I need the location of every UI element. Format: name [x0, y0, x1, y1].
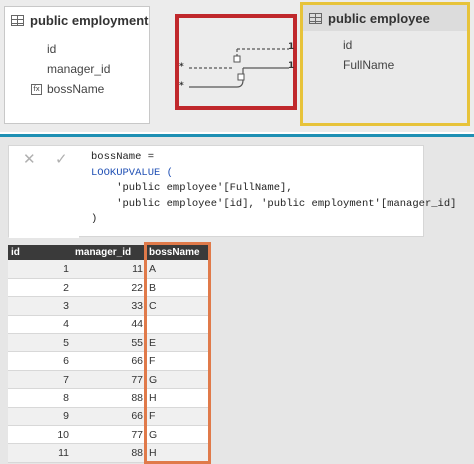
active-arrow-icon	[237, 73, 245, 81]
column-header-bossname[interactable]: bossName	[146, 245, 210, 260]
formula-line-4: 'public employee'[id], 'public employmen…	[91, 197, 457, 210]
cell-manager-id[interactable]: 55	[72, 333, 146, 353]
formula-line-5: )	[91, 213, 98, 225]
active-relationship-curve	[236, 79, 244, 88]
cell-manager-id[interactable]: 88	[72, 443, 146, 463]
table-icon	[11, 14, 24, 26]
cell-bossname[interactable]: A	[146, 260, 210, 279]
table-row[interactable]: 10 77 G	[8, 425, 210, 445]
formula-line-2: LOOKUPVALUE (	[91, 166, 173, 179]
cell-bossname[interactable]: B	[146, 278, 210, 298]
cell-id[interactable]: 7	[8, 370, 72, 390]
field-id[interactable]: id	[303, 35, 467, 55]
column-header-manager-id[interactable]: manager_id	[72, 245, 146, 260]
field-manager-id[interactable]: manager_id	[5, 59, 149, 79]
data-view: ✕ ✓ bossName = LOOKUPVALUE ( 'public empl…	[0, 137, 474, 464]
cell-bossname[interactable]: H	[146, 388, 210, 408]
cell-manager-id[interactable]: 77	[72, 425, 146, 445]
employee-table-header[interactable]: public employee	[303, 5, 467, 31]
cell-id[interactable]: 2	[8, 278, 72, 298]
cell-manager-id[interactable]: 88	[72, 388, 146, 408]
employee-table-card[interactable]: public employee id FullName	[300, 2, 470, 126]
cell-manager-id[interactable]: 33	[72, 296, 146, 316]
commit-formula-icon[interactable]: ✓	[55, 150, 68, 168]
field-bossname[interactable]: fx bossName	[5, 79, 149, 99]
field-fullname[interactable]: FullName	[303, 55, 467, 75]
grid-header-row: id manager_id bossName	[8, 245, 210, 260]
cell-id[interactable]: 8	[8, 388, 72, 408]
cell-id[interactable]: 6	[8, 351, 72, 371]
cell-id[interactable]: 1	[8, 260, 72, 279]
cell-bossname[interactable]: E	[146, 333, 210, 353]
cancel-formula-icon[interactable]: ✕	[23, 150, 36, 168]
cell-bossname[interactable]: G	[146, 425, 210, 445]
formula-line-3: 'public employee'[FullName],	[91, 182, 293, 194]
cell-id[interactable]: 11	[8, 443, 72, 463]
cell-id[interactable]: 9	[8, 407, 72, 427]
data-grid: id manager_id bossName 1 11 A 2 22 B 3 33 C 4 44 5 5…	[8, 245, 210, 463]
cell-id[interactable]: 5	[8, 333, 72, 353]
relationship-lines[interactable]	[179, 18, 293, 106]
cell-manager-id[interactable]: 66	[72, 407, 146, 427]
cell-bossname[interactable]: F	[146, 407, 210, 427]
cell-manager-id[interactable]: 44	[72, 315, 146, 335]
table-row[interactable]: 7 77 G	[8, 370, 210, 390]
column-header-id[interactable]: id	[8, 245, 72, 260]
cardinality-one-label: 1	[288, 61, 295, 71]
grid-body: 1 11 A 2 22 B 3 33 C 4 44 5 55 E 6 66 F 7 77 G 8 88 H 9 66 F 10 77 G…	[8, 260, 210, 463]
table-row[interactable]: 11 88 H	[8, 443, 210, 463]
cell-bossname[interactable]: F	[146, 351, 210, 371]
relationship-highlight-box: 1 1 * *	[175, 14, 297, 110]
cardinality-many-label: *	[179, 81, 184, 91]
cell-manager-id[interactable]: 11	[72, 260, 146, 279]
formula-bar-controls: ✕ ✓	[9, 146, 79, 238]
formula-editor[interactable]: bossName = LOOKUPVALUE ( 'public employee…	[91, 150, 456, 228]
cell-id[interactable]: 10	[8, 425, 72, 445]
employment-table-card[interactable]: public employment id manager_id fx bossN…	[4, 6, 150, 124]
cell-id[interactable]: 4	[8, 315, 72, 335]
cell-manager-id[interactable]: 22	[72, 278, 146, 298]
table-row[interactable]: 1 11 A	[8, 260, 210, 279]
field-bossname-label: bossName	[47, 82, 105, 96]
cell-bossname[interactable]: H	[146, 443, 210, 463]
employment-table-title: public employment	[30, 12, 149, 28]
cell-bossname[interactable]: G	[146, 370, 210, 390]
cell-manager-id[interactable]: 66	[72, 351, 146, 371]
table-icon	[309, 12, 322, 24]
formula-line-1: bossName =	[91, 151, 155, 163]
cardinality-many-label: *	[179, 62, 184, 72]
field-id[interactable]: id	[5, 39, 149, 59]
cell-id[interactable]: 3	[8, 296, 72, 316]
cell-manager-id[interactable]: 77	[72, 370, 146, 390]
inactive-arrow-icon	[233, 55, 241, 63]
employee-table-title: public employee	[328, 10, 430, 26]
calculated-column-icon: fx	[31, 83, 42, 95]
cardinality-one-label: 1	[288, 42, 295, 52]
table-row[interactable]: 2 22 B	[8, 278, 210, 298]
table-row[interactable]: 6 66 F	[8, 351, 210, 371]
table-row[interactable]: 8 88 H	[8, 388, 210, 408]
table-row[interactable]: 9 66 F	[8, 407, 210, 427]
cell-bossname[interactable]	[146, 315, 210, 335]
employment-table-header[interactable]: public employment	[5, 7, 149, 33]
cell-bossname[interactable]: C	[146, 296, 210, 316]
table-row[interactable]: 5 55 E	[8, 333, 210, 353]
table-row[interactable]: 4 44	[8, 315, 210, 335]
formula-bar[interactable]: ✕ ✓ bossName = LOOKUPVALUE ( 'public empl…	[8, 145, 456, 238]
model-view: public employment id manager_id fx bossN…	[0, 0, 474, 132]
table-row[interactable]: 3 33 C	[8, 296, 210, 316]
